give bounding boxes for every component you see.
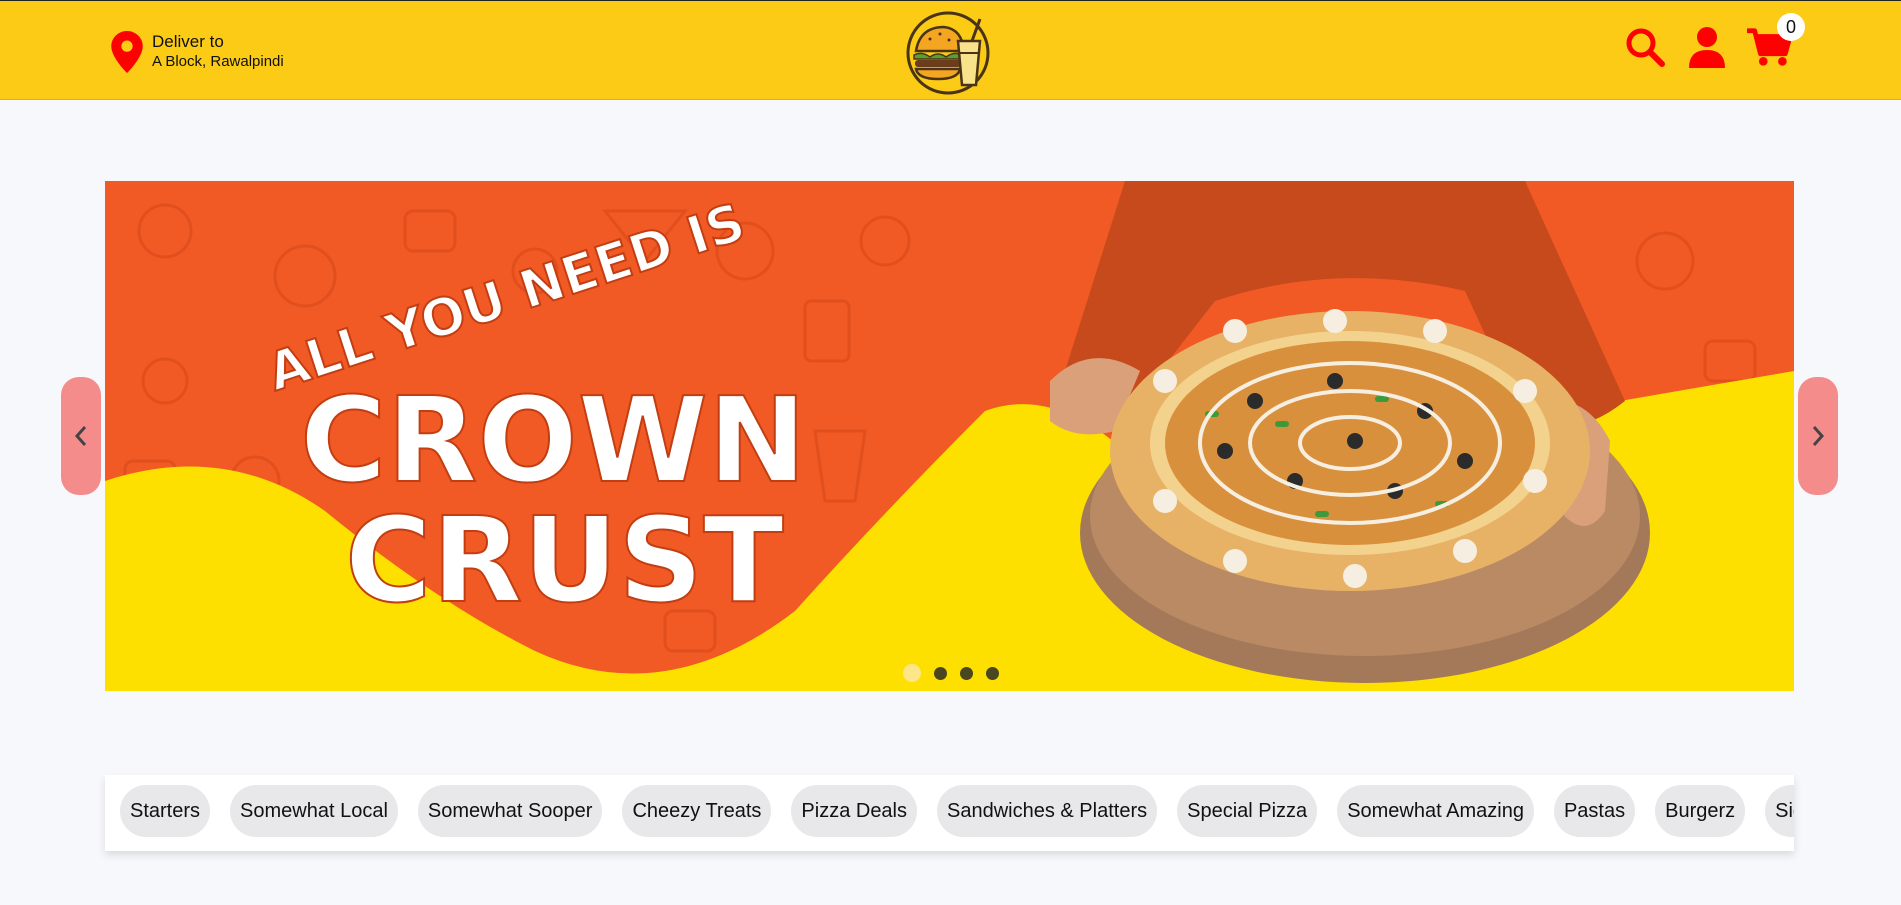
category-chip[interactable]: Special Pizza	[1177, 785, 1318, 837]
search-icon	[1626, 28, 1665, 67]
carousel-dot-2[interactable]	[934, 666, 947, 680]
category-chip[interactable]: Pizza Deals	[791, 785, 918, 837]
cart-button[interactable]: 0	[1747, 13, 1805, 71]
banner-headline-2: CROWN	[300, 371, 807, 509]
banner-headline-3: CRUST	[345, 491, 784, 629]
category-chip[interactable]: Pastas	[1553, 785, 1636, 837]
chevron-left-icon	[74, 426, 87, 446]
carousel-prev-button[interactable]	[61, 377, 101, 495]
carousel-dot-1[interactable]	[903, 664, 921, 682]
deliver-address: A Block, Rawalpindi	[152, 53, 284, 70]
carousel-dot-4[interactable]	[986, 666, 999, 680]
deliver-label: Deliver to	[152, 32, 224, 51]
category-chip[interactable]: Somewhat Local	[230, 785, 398, 837]
category-chip[interactable]: Cheezy Treats	[622, 785, 772, 837]
banner-artwork: ALL YOU NEED IS CROWN CRUST	[105, 181, 1794, 691]
site-header: Deliver to A Block, Rawalpindi 0	[0, 0, 1901, 100]
category-chip[interactable]: Somewhat Amazing	[1337, 785, 1534, 837]
search-button[interactable]	[1623, 23, 1667, 71]
deliver-location[interactable]: Deliver to A Block, Rawalpindi	[110, 31, 284, 73]
location-pin-icon	[111, 31, 143, 73]
category-chip[interactable]: Starters	[120, 785, 211, 837]
user-icon	[1689, 27, 1725, 68]
category-chip[interactable]: Sandwiches & Platters	[937, 785, 1158, 837]
promo-banner[interactable]: ALL YOU NEED IS CROWN CRUST	[105, 181, 1794, 691]
carousel-next-button[interactable]	[1798, 377, 1838, 495]
brand-logo[interactable]	[902, 7, 994, 95]
carousel-dots	[903, 664, 999, 682]
chevron-right-icon	[1812, 426, 1825, 446]
account-button[interactable]	[1685, 23, 1729, 71]
category-chip[interactable]: Somewhat Sooper	[417, 785, 603, 837]
cart-count-badge: 0	[1777, 13, 1805, 41]
category-chip[interactable]: Burgerz	[1655, 785, 1746, 837]
category-chip[interactable]: Side	[1765, 785, 1794, 837]
category-bar: Starters Somewhat Local Somewhat Sooper …	[105, 775, 1794, 851]
carousel-dot-3[interactable]	[960, 666, 973, 680]
